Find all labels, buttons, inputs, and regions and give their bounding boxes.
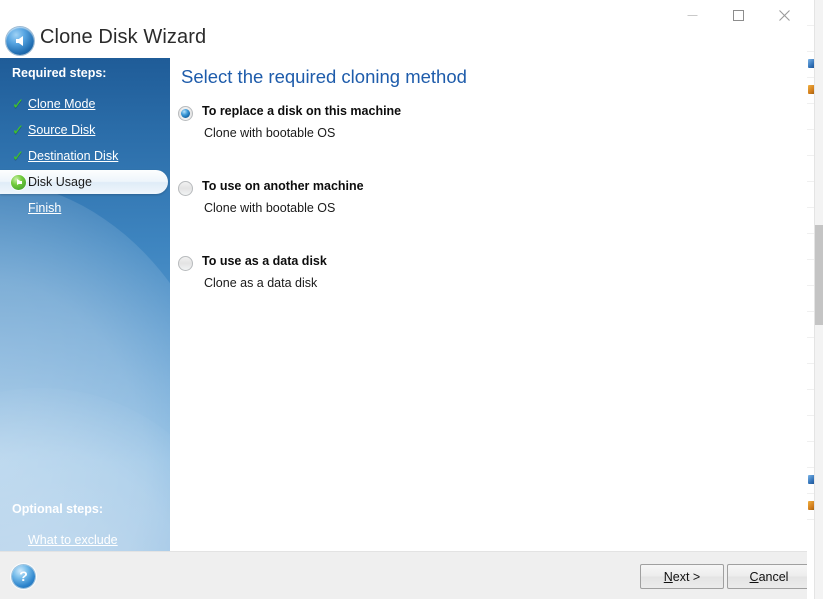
- wizard-steps-sidebar: Required steps: ✓ Clone Mode ✓ Source Di…: [0, 58, 170, 551]
- green-arrow-icon: [8, 174, 28, 190]
- option-title: To use as a data disk: [202, 254, 327, 268]
- sidebar-item-label: Finish: [28, 201, 62, 215]
- check-icon: ✓: [11, 146, 25, 165]
- sidebar-item-label: Clone Mode: [28, 97, 96, 111]
- content-heading: Select the required cloning method: [181, 66, 467, 87]
- cancel-label-rest: ancel: [758, 569, 789, 584]
- page-title: Clone Disk Wizard: [40, 26, 207, 48]
- sidebar-item-label: Destination Disk: [28, 149, 119, 163]
- dialog-footer: ? Next > Cancel: [0, 551, 807, 599]
- sidebar-item-what-to-exclude[interactable]: What to exclude: [0, 527, 170, 551]
- optional-steps-label: Optional steps:: [12, 502, 103, 516]
- maximize-button[interactable]: [715, 0, 761, 30]
- background-scrollbar[interactable]: [814, 0, 823, 599]
- option-title: To replace a disk on this machine: [202, 104, 402, 118]
- background-window[interactable]: [806, 0, 823, 599]
- sidebar-item-label: What to exclude: [28, 533, 118, 547]
- sidebar-item-disk-usage[interactable]: Disk Usage: [0, 169, 170, 195]
- wizard-content-pane: Select the required cloning method To re…: [170, 58, 807, 551]
- sidebar-item-finish[interactable]: Finish: [0, 195, 170, 221]
- cancel-button[interactable]: Cancel: [727, 564, 807, 589]
- minimize-button[interactable]: [669, 0, 715, 30]
- option-description: Clone with bootable OS: [204, 201, 336, 215]
- clone-disk-wizard-window: Clone Disk Wizard Required steps: ✓ Clon…: [0, 0, 807, 599]
- option-description: Clone as a data disk: [204, 276, 318, 290]
- radio-use-as-data-disk[interactable]: [178, 256, 193, 271]
- sidebar-item-label: Source Disk: [28, 123, 96, 137]
- next-accelerator: N: [663, 569, 673, 584]
- radio-replace-disk-on-this-machine[interactable]: [178, 106, 193, 121]
- scrollbar-thumb[interactable]: [815, 225, 823, 325]
- check-icon: ✓: [11, 120, 25, 139]
- title-bar: Clone Disk Wizard: [0, 0, 807, 58]
- next-button[interactable]: Next >: [640, 564, 724, 589]
- help-glyph: ?: [19, 567, 28, 584]
- required-steps-label: Required steps:: [12, 66, 107, 80]
- back-arrow-glyph: [15, 36, 23, 46]
- sidebar-item-destination-disk[interactable]: ✓ Destination Disk: [0, 143, 170, 169]
- option-title: To use on another machine: [202, 179, 364, 193]
- next-label-rest: ext >: [672, 569, 701, 584]
- close-button[interactable]: [761, 0, 807, 30]
- radio-use-on-another-machine[interactable]: [178, 181, 193, 196]
- back-arrow-icon[interactable]: [6, 27, 34, 55]
- help-question-icon[interactable]: ?: [12, 565, 35, 588]
- option-description: Clone with bootable OS: [204, 126, 336, 140]
- cancel-accelerator: C: [749, 569, 759, 584]
- sidebar-item-label: Disk Usage: [28, 175, 92, 189]
- sidebar-item-clone-mode[interactable]: ✓ Clone Mode: [0, 91, 170, 117]
- window-controls: [669, 0, 807, 30]
- check-icon: ✓: [11, 94, 25, 113]
- sidebar-item-source-disk[interactable]: ✓ Source Disk: [0, 117, 170, 143]
